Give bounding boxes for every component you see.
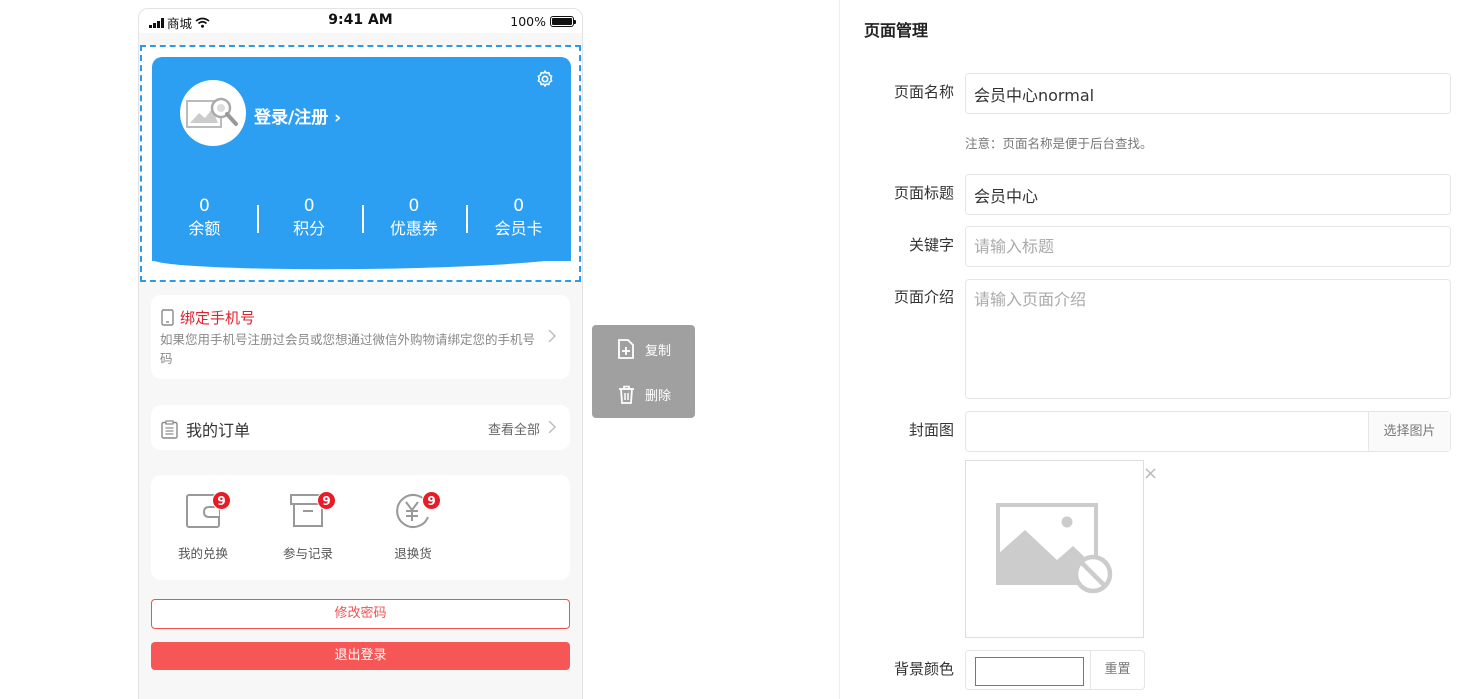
shortcut-participation-records[interactable]: 9 参与记录 [263,491,353,562]
page-title-input[interactable] [965,174,1451,215]
orders-label: 我的订单 [186,421,251,440]
bg-color-label: 背景颜色 [893,660,954,678]
delete-label: 删除 [645,389,672,404]
cover-image-preview[interactable] [965,460,1144,638]
stat-label: 余额 [188,219,221,238]
orders-card[interactable]: 我的订单 查看全部 [151,405,570,450]
stat-label: 会员卡 [494,219,543,238]
stat-value: 0 [513,196,525,216]
member-card[interactable]: 登录/注册 › 0 余额 0 积分 0 优惠券 0 会员卡 [152,57,571,261]
page-title-label: 页面标题 [893,184,954,202]
status-bar: 商城 9:41 AM 100% [139,9,582,33]
copy-button[interactable]: 复制 [618,339,671,359]
panel-divider [839,0,840,699]
cover-label: 封面图 [908,421,954,439]
bg-color-field: 重置 [965,650,1145,690]
avatar[interactable] [180,80,246,146]
stat-value: 0 [303,196,315,216]
delete-button[interactable]: 删除 [618,385,671,404]
stat-coupons[interactable]: 0 优惠券 [361,195,467,241]
page-name-hint: 注意：页面名称是便于后台查找。 [965,136,1153,151]
shortcut-returns[interactable]: 9 退换货 [368,491,458,562]
stat-member-card[interactable]: 0 会员卡 [466,195,571,241]
bind-phone-card[interactable]: 绑定手机号 如果您用手机号注册过会员或您想通过微信外购物请绑定您的手机号码 [151,295,570,379]
battery-percent: 100% [510,14,546,29]
badge-count: 9 [317,491,336,510]
cover-field[interactable]: 选择图片 [965,411,1451,452]
clipboard-icon [161,419,178,439]
stat-value: 0 [408,196,420,216]
change-password-button[interactable]: 修改密码 [151,599,570,629]
copy-icon [618,339,634,359]
reset-color-button[interactable]: 重置 [1090,651,1144,689]
copy-label: 复制 [645,343,672,359]
stat-balance[interactable]: 0 余额 [152,195,257,241]
stat-label: 优惠券 [389,219,438,238]
description-label: 页面介绍 [893,288,954,306]
module-action-menu: 复制 删除 [592,325,695,418]
keywords-label: 关键字 [908,236,954,254]
page-name-input[interactable] [965,73,1451,114]
image-placeholder-icon [995,503,1112,594]
gear-icon[interactable] [535,69,555,89]
orders-title: 我的订单 [161,417,250,441]
image-search-icon [186,97,238,128]
badge-count: 9 [212,491,231,510]
chevron-right-icon [548,421,556,433]
select-image-button[interactable]: 选择图片 [1368,412,1450,451]
page-root: 商城 9:41 AM 100% 登录/注册 › 0 余额 0 积分 0 优惠券 [0,0,1468,699]
phone-preview: 商城 9:41 AM 100% 登录/注册 › 0 余额 0 积分 0 优惠券 [138,8,583,699]
stat-value: 0 [198,196,210,216]
battery-icon [550,16,576,27]
selected-module-frame[interactable]: 登录/注册 › 0 余额 0 积分 0 优惠券 0 会员卡 [140,45,581,282]
shortcuts-card: 9 我的兑换 9 参与记录 9 退换货 [151,475,570,580]
stat-label: 积分 [293,219,326,238]
member-stats: 0 余额 0 积分 0 优惠券 0 会员卡 [152,195,571,241]
view-all-orders-link[interactable]: 查看全部 [488,419,540,438]
bind-phone-title: 绑定手机号 [161,307,255,328]
badge-count: 9 [422,491,441,510]
color-swatch[interactable] [975,657,1084,686]
shortcut-label: 退换货 [394,546,432,561]
close-icon[interactable]: × [1143,463,1158,484]
page-name-label: 页面名称 [893,83,954,101]
chevron-right-icon [548,330,556,342]
bind-phone-description: 如果您用手机号注册过会员或您想通过微信外购物请绑定您的手机号码 [160,332,536,366]
bind-phone-label: 绑定手机号 [180,309,256,327]
panel-title: 页面管理 [864,21,929,40]
battery-info: 100% [510,14,576,29]
description-textarea[interactable] [965,279,1451,399]
trash-icon [619,385,634,404]
shortcut-my-exchange[interactable]: 9 我的兑换 [158,491,248,562]
keywords-input[interactable] [965,226,1451,267]
shortcut-label: 参与记录 [282,546,333,561]
logout-button[interactable]: 退出登录 [151,642,570,670]
login-register-link[interactable]: 登录/注册 › [254,103,341,128]
shortcut-label: 我的兑换 [177,546,228,561]
stat-points[interactable]: 0 积分 [256,195,362,241]
phone-icon [161,309,174,326]
